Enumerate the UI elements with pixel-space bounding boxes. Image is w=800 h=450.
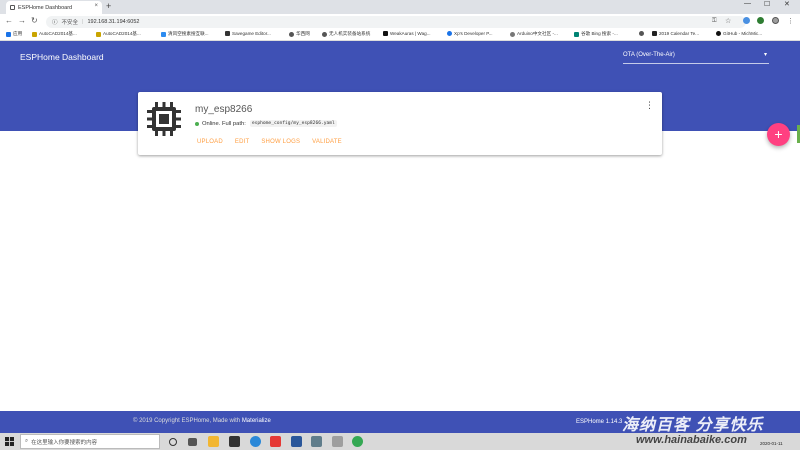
app-title[interactable]: ESPHome Dashboard — [20, 52, 104, 62]
url-text: 192.168.31.194:6052 — [87, 19, 140, 25]
caret-down-icon: ▾ — [763, 52, 767, 58]
bookmark-item[interactable]: Savegame Editor... — [225, 31, 271, 36]
info-icon[interactable]: ⓘ — [52, 18, 58, 26]
online-status-icon — [195, 121, 199, 126]
browser-tab[interactable]: ESPHome Dashboard × — [6, 1, 102, 14]
extension-icon[interactable] — [757, 17, 764, 24]
star-icon[interactable]: ☆ — [725, 17, 731, 25]
extension-icon[interactable] — [743, 17, 750, 24]
app-icon[interactable] — [250, 436, 261, 447]
more-options-icon[interactable]: ⋮ — [645, 101, 654, 110]
add-device-button[interactable]: + — [767, 123, 790, 146]
maximize-button[interactable]: ☐ — [764, 0, 770, 8]
bing-icon — [574, 31, 579, 37]
device-actions: UPLOAD EDIT SHOW LOGS VALIDATE — [197, 139, 342, 145]
upload-button[interactable]: UPLOAD — [197, 139, 223, 145]
os-taskbar: ⌕ 在这里输入你要搜索的内容 www.hainabaike.com 2020-0… — [0, 433, 800, 450]
bookmark-favicon-icon — [96, 31, 101, 37]
page-favicon-icon — [10, 5, 15, 10]
bookmark-favicon-icon — [161, 31, 166, 37]
chrome-icon[interactable] — [352, 436, 363, 447]
url-field[interactable]: ⓘ 不安全 | 192.168.31.194:6052 — [46, 16, 746, 28]
version-label: ESPHome 1.14.3 — [576, 419, 623, 425]
watermark-url: www.hainabaike.com — [636, 434, 747, 446]
word-icon[interactable] — [291, 436, 302, 447]
edit-button[interactable]: EDIT — [235, 139, 249, 145]
security-label: 不安全 — [61, 20, 79, 26]
reload-icon[interactable]: ↻ — [31, 16, 38, 25]
key-icon[interactable]: ⚿ — [712, 18, 717, 25]
minimize-button[interactable]: — — [744, 0, 751, 7]
upload-port-select[interactable]: OTA (Over-The-Air) ▾ — [623, 49, 769, 64]
bookmark-item[interactable]: Arduino中文社区 -... — [510, 31, 558, 37]
search-icon: ⌕ — [25, 438, 29, 444]
new-tab-button[interactable]: + — [106, 1, 111, 11]
bookmark-favicon-icon — [447, 31, 452, 36]
bookmark-item[interactable]: WeakAuras | Wag... — [383, 31, 431, 36]
system-clock[interactable]: 2020-01-11 — [760, 441, 783, 446]
profile-avatar[interactable] — [772, 17, 779, 24]
materialize-link[interactable]: Materialize — [242, 418, 271, 424]
bookmark-item[interactable]: 谷歌 Bing 搜索 -... — [574, 31, 618, 37]
bookmark-favicon-icon — [225, 31, 230, 36]
show-logs-button[interactable]: SHOW LOGS — [261, 139, 300, 145]
browser-menu-icon[interactable]: ⋮ — [787, 17, 794, 25]
app-icon[interactable] — [311, 436, 322, 447]
selected-port: OTA (Over-The-Air) — [623, 52, 675, 58]
bookmark-item[interactable]: 应用 — [6, 31, 22, 37]
browser-tab-strip: ESPHome Dashboard × + — ☐ ✕ — [0, 0, 800, 14]
device-status: Online. Full path: esphome_config/my_esp… — [195, 120, 337, 127]
bookmark-item[interactable]: 清风空搜素搜互联... — [161, 31, 209, 37]
bookmark-item[interactable] — [639, 31, 644, 36]
app-icon[interactable] — [332, 436, 343, 447]
bookmark-item[interactable]: Xp's Developer P... — [447, 31, 493, 36]
store-icon[interactable] — [229, 436, 240, 447]
config-path: esphome_config/my_esp8266.yaml — [249, 120, 337, 127]
watermark-text: 海纳百客 分享快乐 — [622, 417, 764, 434]
taskbar-search-input[interactable]: ⌕ 在这里输入你要搜索的内容 — [20, 434, 160, 449]
app-footer: © 2019 Copyright ESPHome, Made with Mate… — [0, 411, 800, 434]
close-window-button[interactable]: ✕ — [784, 0, 790, 8]
device-card: my_esp8266 Online. Full path: esphome_co… — [138, 92, 662, 155]
bookmark-item[interactable]: AutoCAD2014基... — [32, 31, 77, 37]
github-icon — [716, 31, 721, 36]
address-bar: ← → ↻ ⓘ 不安全 | 192.168.31.194:6052 ⚿ ☆ ⋮ — [0, 14, 800, 30]
bookmark-item[interactable]: 2019 Calendar Te... — [652, 31, 699, 36]
windows-start-icon[interactable] — [5, 437, 14, 446]
cortana-icon[interactable] — [169, 438, 177, 446]
bookmark-item[interactable]: 华西网 — [289, 31, 310, 37]
bookmark-favicon-icon — [383, 31, 388, 36]
bookmark-favicon-icon — [652, 31, 657, 36]
globe-icon — [289, 31, 294, 37]
copyright: © 2019 Copyright ESPHome, Made with Mate… — [133, 418, 271, 424]
bookmark-item[interactable]: AutoCAD2014基... — [96, 31, 141, 37]
task-view-icon[interactable] — [188, 438, 197, 446]
bookmark-item[interactable]: 无人机实装备站系统 — [322, 31, 370, 37]
close-tab-icon[interactable]: × — [94, 3, 98, 9]
app-icon[interactable] — [270, 436, 281, 447]
bookmarks-bar: 应用 AutoCAD2014基... AutoCAD2014基... 清风空搜素… — [0, 30, 800, 41]
status-text: Online. Full path: — [202, 120, 246, 127]
apps-icon — [6, 31, 11, 37]
globe-icon — [322, 31, 327, 37]
bookmark-favicon-icon — [510, 31, 515, 37]
back-icon[interactable]: ← — [5, 16, 13, 25]
tab-title: ESPHome Dashboard — [18, 4, 73, 11]
bookmark-favicon-icon — [32, 31, 37, 37]
bookmark-item[interactable]: GitHub - MichMic... — [716, 31, 762, 36]
globe-icon — [639, 31, 644, 36]
device-name: my_esp8266 — [195, 104, 253, 115]
file-explorer-icon[interactable] — [208, 436, 219, 447]
validate-button[interactable]: VALIDATE — [312, 139, 342, 145]
forward-icon[interactable]: → — [18, 16, 26, 25]
chip-icon — [147, 102, 181, 136]
